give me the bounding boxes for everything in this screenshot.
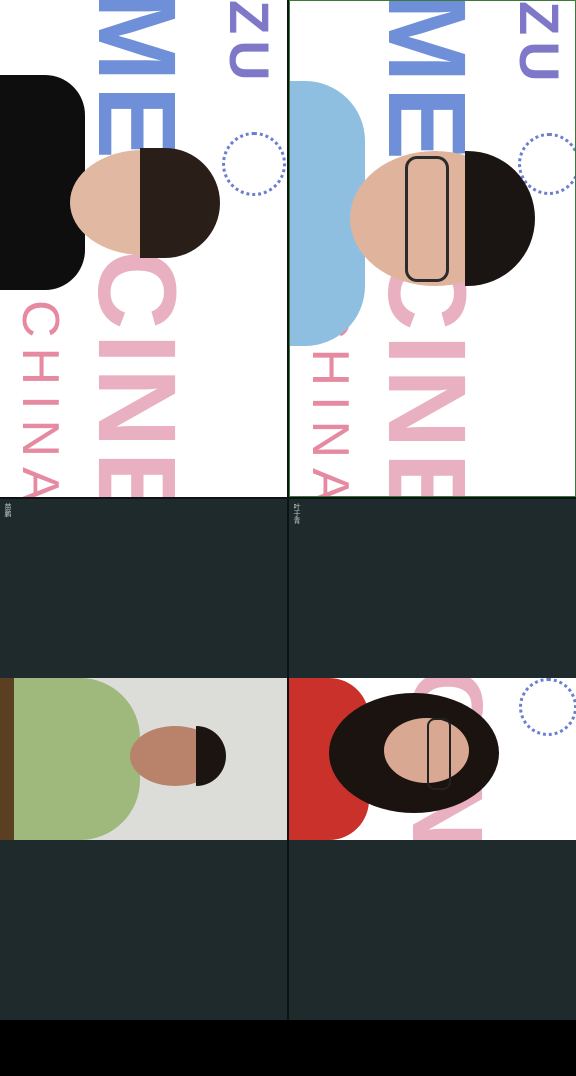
tile-divider-vertical: [287, 0, 289, 1020]
poster-text-zu: ZU: [508, 1, 571, 88]
dna-logo-icon: [519, 678, 576, 736]
participant-name-label: 叶于青: [293, 503, 301, 524]
video-call-grid: ZU MED CINE CHINA ZU MED CINE CHINA 苗鹏 叶…: [0, 0, 576, 1076]
participant-video-inset: CINE: [289, 678, 576, 840]
participant-tile-bottom-right[interactable]: 叶于青 CINE: [289, 499, 576, 1020]
participant-video-woman-black-top: [0, 75, 85, 290]
glasses-icon: [405, 156, 449, 282]
dna-logo-icon: [222, 132, 286, 196]
glasses-icon: [427, 718, 451, 790]
poster-text-cine: CINE: [365, 251, 488, 497]
poster-text-cine: CINE: [75, 250, 198, 497]
participant-tile-bottom-left[interactable]: 苗鹏: [0, 499, 287, 1020]
participant-name-label: 苗鹏: [4, 503, 12, 517]
participant-tile-top-left[interactable]: ZU MED CINE CHINA: [0, 0, 287, 497]
participant-video-inset: [0, 678, 287, 840]
participant-hair: [196, 726, 226, 786]
poster-text-zu: ZU: [218, 0, 281, 87]
chair-shape: [0, 678, 14, 840]
poster-text-china: CHINA: [11, 300, 69, 497]
participant-video-man-green-shirt: [0, 678, 140, 840]
participant-hair: [140, 148, 220, 258]
bottom-bar: [0, 1020, 576, 1076]
tile-divider-horizontal: [0, 497, 576, 499]
participant-tile-top-right-active-speaker[interactable]: ZU MED CINE CHINA: [289, 0, 576, 497]
